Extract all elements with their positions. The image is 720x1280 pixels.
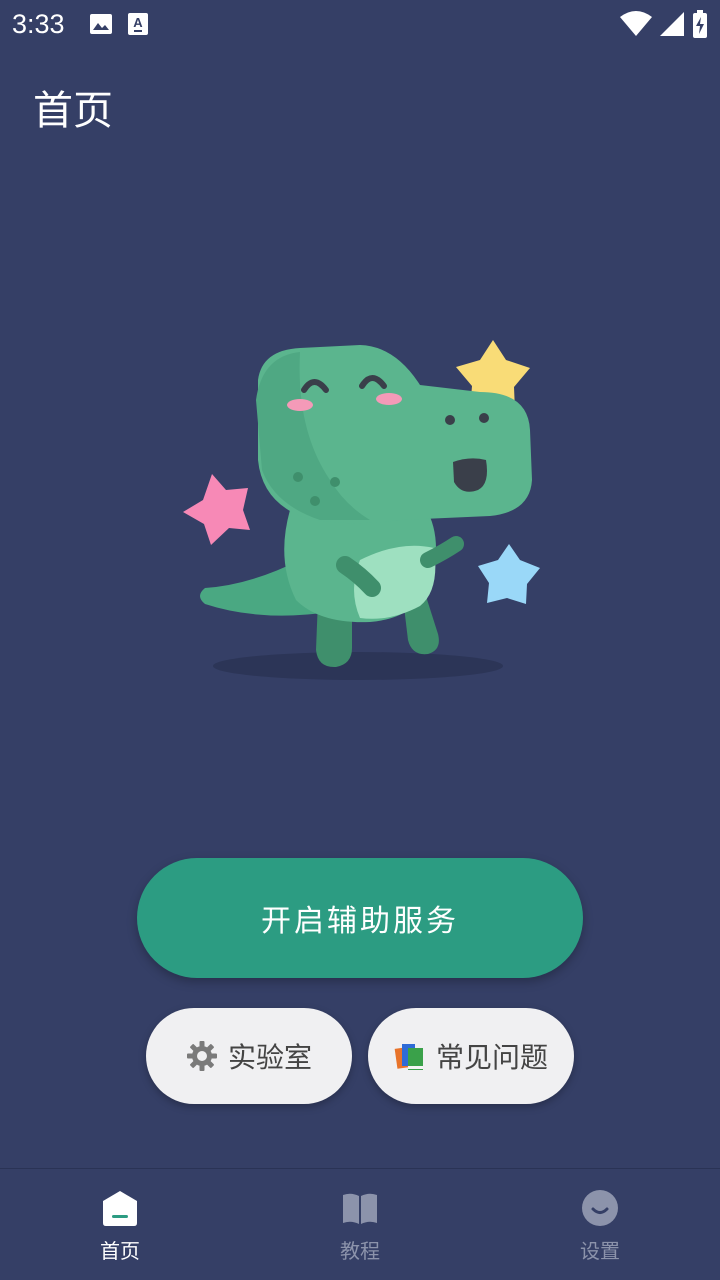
notification-icons: A <box>89 12 149 36</box>
gear-icon <box>186 1041 217 1071</box>
dinosaur-illustration <box>183 340 540 680</box>
text-notification-icon: A <box>127 13 148 35</box>
bottom-nav: 首页 教程 设置 <box>0 1169 720 1280</box>
book-icon <box>343 1193 377 1224</box>
nav-label-tutorial: 教程 <box>340 1239 380 1263</box>
signal-icon <box>660 12 684 36</box>
status-bar: 3:33 A <box>0 0 720 48</box>
faq-button-label: 常见问题 <box>435 1041 548 1074</box>
nav-label-settings: 设置 <box>580 1239 620 1263</box>
page-title: 首页 <box>33 88 113 134</box>
home-icon <box>103 1191 137 1226</box>
faq-button[interactable]: 常见问题 <box>368 1008 574 1104</box>
nav-label-home: 首页 <box>100 1239 140 1263</box>
system-icons <box>620 10 708 38</box>
nav-item-home[interactable]: 首页 <box>0 1169 240 1280</box>
status-time: 3:33 <box>12 8 65 39</box>
books-icon <box>394 1044 423 1070</box>
smile-icon <box>582 1190 618 1226</box>
wifi-icon <box>620 11 652 36</box>
nav-item-settings[interactable]: 设置 <box>480 1169 720 1280</box>
lab-button[interactable]: 实验室 <box>146 1008 352 1104</box>
nav-item-tutorial[interactable]: 教程 <box>240 1169 480 1280</box>
battery-charging-icon <box>693 10 707 38</box>
enable-accessibility-service-button[interactable]: 开启辅助服务 <box>137 858 583 978</box>
svg-text:A: A <box>133 15 143 30</box>
image-notification-icon <box>89 14 112 34</box>
lab-button-label: 实验室 <box>227 1041 312 1074</box>
